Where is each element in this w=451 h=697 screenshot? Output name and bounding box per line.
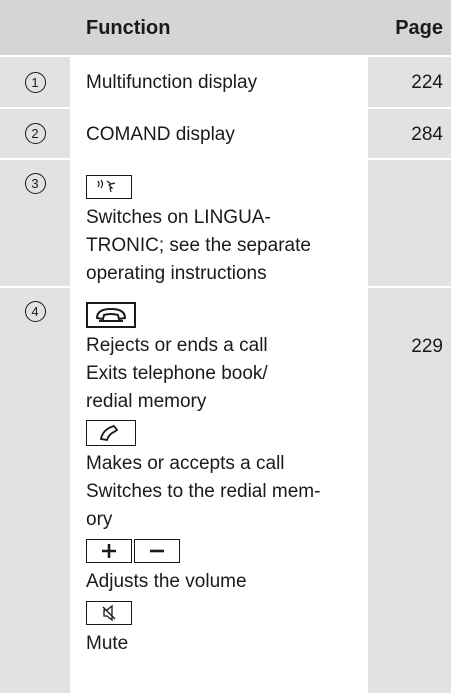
table-header: Function Page [0, 0, 451, 57]
row-function: Multifunction display [86, 72, 258, 93]
row-function-line: Makes or accepts a call [86, 453, 285, 474]
function-table: Function Page 1 Multifunction display 22… [0, 0, 451, 695]
row-function-line: operating instructions [86, 263, 267, 284]
row-page: 284 [411, 124, 443, 145]
plus-icon [86, 539, 132, 563]
table-row: 4 Rejects or ends a call Exits telephone… [0, 288, 451, 695]
row-function-line: Switches to the redial mem- [86, 481, 321, 502]
header-function: Function [86, 17, 171, 39]
table-row: 1 Multifunction display 224 [0, 57, 451, 109]
row-function-line: Switches on LINGUA- [86, 207, 271, 228]
mute-icon [86, 601, 132, 625]
row-page: 224 [411, 72, 443, 93]
row-number: 2 [24, 123, 46, 144]
row-function-line: Adjusts the volume [86, 571, 247, 592]
row-number: 4 [24, 301, 46, 322]
row-function-line: Mute [86, 633, 129, 654]
header-page: Page [395, 17, 443, 39]
end-call-icon [86, 302, 136, 328]
accept-call-icon [86, 420, 136, 446]
minus-icon [134, 539, 180, 563]
table-row: 3 Switches on LINGUA- TRONIC; see the se… [0, 160, 451, 288]
row-function: COMAND display [86, 124, 235, 145]
row-number: 1 [24, 72, 46, 93]
voice-control-icon [86, 175, 132, 199]
row-number: 3 [24, 173, 46, 194]
table-row: 2 COMAND display 284 [0, 109, 451, 160]
row-function-line: TRONIC; see the separate [86, 235, 311, 256]
row-function-line: Exits telephone book/ [86, 363, 268, 384]
row-function-line: Rejects or ends a call [86, 335, 268, 356]
row-function-line: ory [86, 509, 113, 530]
row-page: 229 [411, 336, 443, 357]
row-function-line: redial memory [86, 391, 207, 412]
